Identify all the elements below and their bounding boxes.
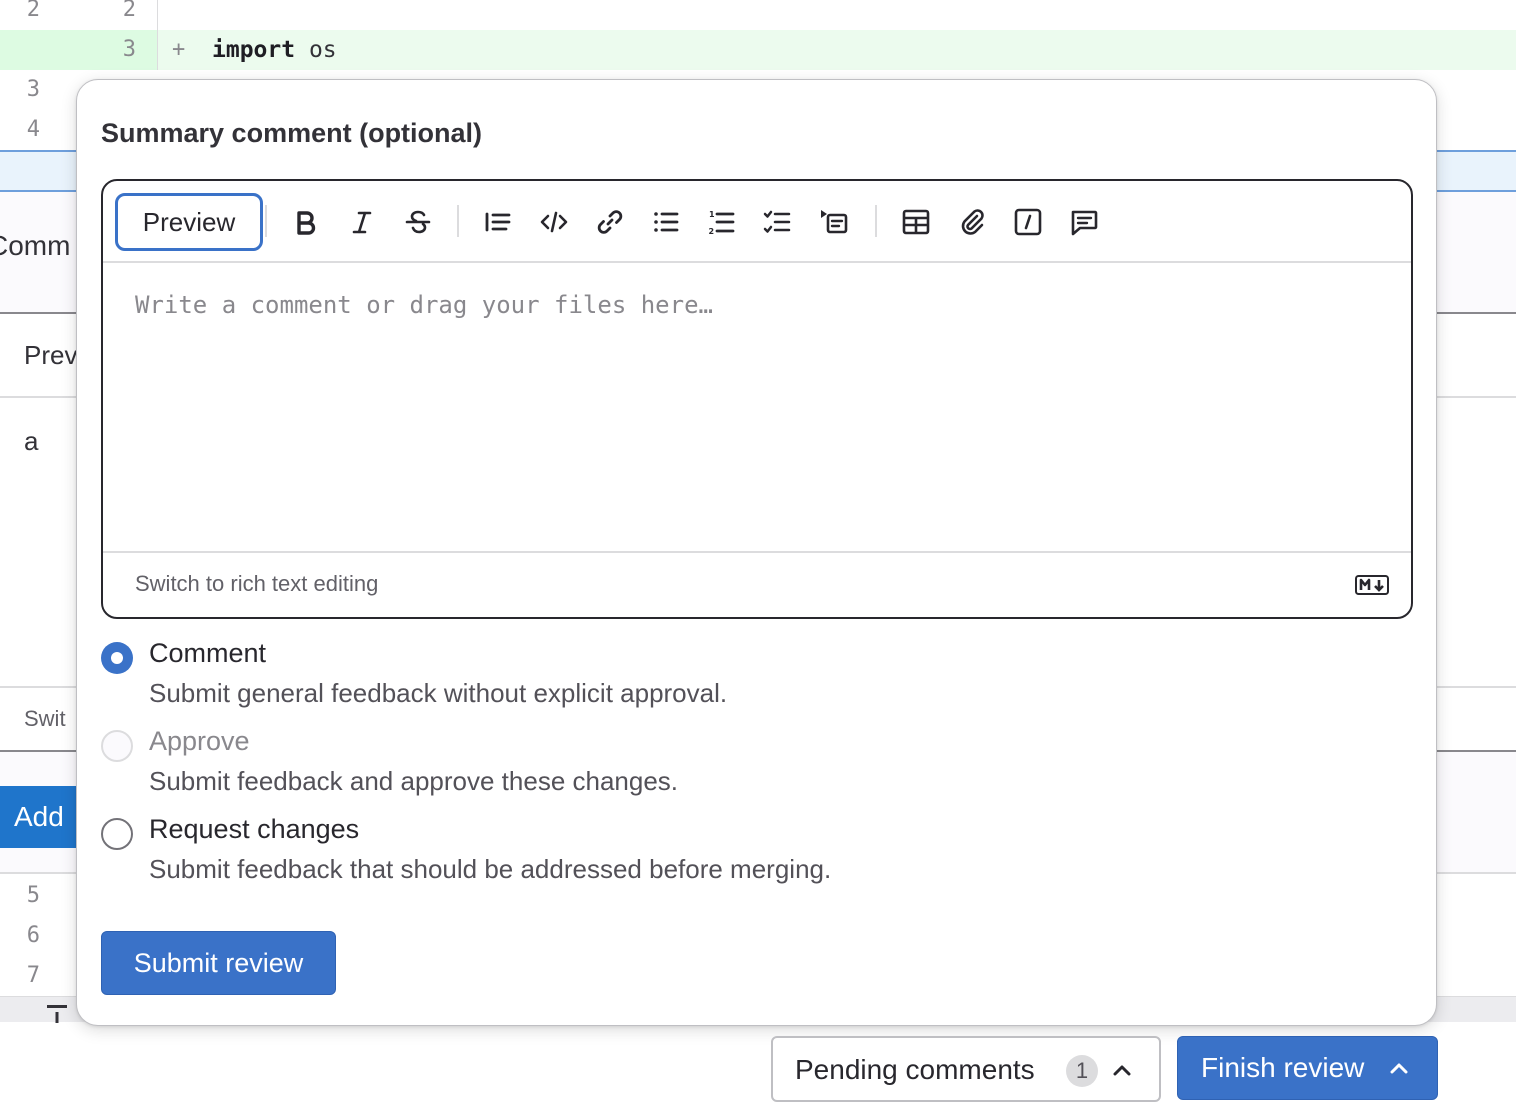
chevron-up-icon (1113, 1065, 1131, 1076)
quick-actions-button[interactable] (1009, 203, 1047, 241)
comment-form-title: Comm (0, 230, 71, 261)
table-icon (902, 209, 930, 235)
pending-count-badge: 1 (1066, 1055, 1098, 1087)
toolbar-divider (875, 205, 877, 237)
numbered-list-button[interactable]: 12 (703, 203, 741, 241)
review-drawer: Summary comment (optional) Preview 1 2 W… (76, 79, 1437, 1026)
bullet-list-icon (654, 212, 679, 232)
markdown-icon (1355, 575, 1389, 595)
radio-help-text: Submit feedback and approve these change… (149, 766, 679, 796)
pending-comments-button[interactable]: Pending comments 1 (771, 1036, 1161, 1102)
editor-footer: Switch to rich text editing (103, 551, 1411, 617)
collapsible-section-button[interactable] (815, 203, 853, 241)
diff-line: 2 2 (0, 0, 1516, 30)
gutter-divider (157, 0, 158, 30)
bold-icon (297, 211, 316, 235)
task-list-button[interactable] (759, 203, 797, 241)
quote-button[interactable] (479, 203, 517, 241)
comment-text[interactable]: a (24, 426, 38, 457)
table-button[interactable] (897, 203, 935, 241)
markdown-editor: Preview 1 2 Write a comment or drag your… (101, 179, 1413, 619)
quote-icon (485, 212, 511, 232)
svg-text:1: 1 (709, 210, 715, 219)
old-line-number[interactable]: 3 (0, 70, 40, 110)
added-sign: + (172, 37, 186, 62)
code-content: import os (212, 30, 337, 70)
radio-label[interactable]: Request changes (149, 814, 359, 845)
request-changes-radio[interactable] (101, 818, 133, 850)
chevron-up-icon (1390, 1063, 1408, 1074)
radio-help-text: Submit feedback that should be addressed… (149, 854, 832, 884)
editor-body (103, 263, 1411, 551)
code-icon (540, 211, 568, 233)
summary-comment-input[interactable] (103, 263, 1411, 551)
toolbar-divider (457, 205, 459, 237)
old-line-number[interactable]: 4 (0, 110, 40, 150)
submit-review-button[interactable]: Submit review (101, 931, 336, 995)
new-line-number[interactable]: 2 (90, 0, 136, 30)
italic-icon (352, 211, 372, 234)
quick-actions-icon (1014, 208, 1042, 236)
switch-to-rich-text-link[interactable]: Switch to rich text editing (135, 571, 378, 597)
code-rest: os (295, 37, 337, 63)
radio-label: Approve (149, 726, 250, 756)
comment-template-icon (1071, 210, 1098, 236)
bold-button[interactable] (287, 203, 325, 241)
link-button[interactable] (591, 203, 629, 241)
expand-up-icon[interactable] (46, 1003, 68, 1023)
numbered-list-icon: 12 (709, 210, 735, 236)
approve-radio (101, 730, 133, 762)
summary-comment-label: Summary comment (optional) (101, 118, 483, 148)
preview-tab[interactable]: Prev (24, 340, 77, 371)
editor-toolbar: Preview 1 2 (103, 181, 1411, 263)
old-line-number[interactable]: 7 (0, 956, 40, 996)
attach-file-icon (961, 209, 984, 235)
collapsible-section-icon (821, 210, 848, 234)
old-line-number[interactable]: 6 (0, 916, 40, 956)
italic-button[interactable] (343, 203, 381, 241)
radio-label[interactable]: Comment (149, 638, 266, 669)
task-list-icon (763, 210, 791, 233)
attach-file-button[interactable] (953, 203, 991, 241)
strikethrough-icon (405, 210, 431, 234)
old-line-number[interactable]: 5 (0, 876, 40, 916)
finish-review-button[interactable]: Finish review (1177, 1036, 1438, 1100)
old-line-number[interactable]: 2 (0, 0, 40, 30)
gutter-divider (157, 30, 158, 70)
preview-button[interactable]: Preview (115, 193, 263, 251)
toolbar-divider (265, 205, 267, 237)
bullet-list-button[interactable] (647, 203, 685, 241)
link-icon (597, 210, 623, 234)
code-button[interactable] (535, 203, 573, 241)
radio-help-text: Submit general feedback without explicit… (149, 678, 728, 708)
switch-editor-link[interactable]: Swit (24, 706, 66, 732)
finish-review-label: Finish review (1201, 1052, 1365, 1083)
new-line-number[interactable]: 3 (90, 30, 136, 70)
diff-line-added: 3 + import os (0, 30, 1516, 70)
comment-radio[interactable] (101, 642, 133, 674)
old-line-number[interactable] (0, 30, 40, 70)
comment-template-button[interactable] (1065, 203, 1103, 241)
code-keyword: import (212, 37, 296, 63)
svg-text:2: 2 (709, 227, 715, 236)
strikethrough-button[interactable] (399, 203, 437, 241)
pending-comments-label: Pending comments (795, 1054, 1035, 1085)
